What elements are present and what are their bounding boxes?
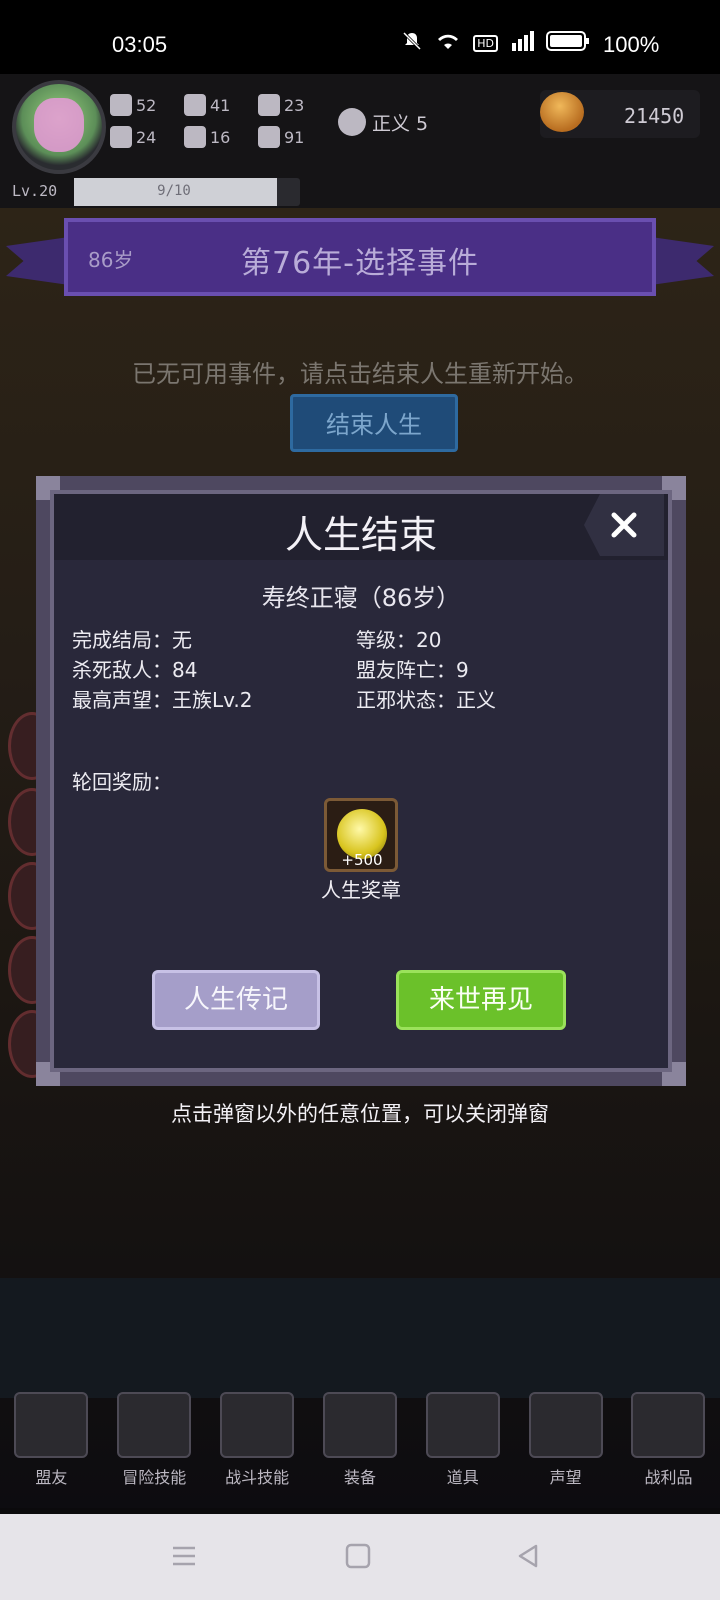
yin-yang-icon [338,108,366,136]
reward-name: 人生奖章 [321,878,401,902]
life-end-dialog: 人生结束 寿终正寝（86岁） 完成结局：无 等级：20 杀死敌人：84 盟友阵亡… [36,476,686,1086]
level-stat: 等级：20 [356,628,442,652]
no-events-message: 已无可用事件，请点击结束人生重新开始。 [132,360,588,388]
stat-magic: 23 [258,94,304,116]
nav-equipment[interactable]: 装备 [315,1392,405,1500]
system-navigation-bar [0,1514,720,1600]
gold-coin-icon [540,92,584,132]
end-life-button[interactable]: 结束人生 [290,394,458,452]
home-icon[interactable] [344,1542,372,1574]
nav-loot[interactable]: 战利品 [623,1392,713,1500]
treasure-chest-icon [631,1392,706,1458]
nav-combat-skills[interactable]: 战斗技能 [212,1392,302,1500]
battery-percent: 100% [603,32,660,57]
stat-defense: 16 [184,126,230,148]
stat-spirit: 91 [258,126,304,148]
alignment-stat: 正邪状态：正义 [356,688,496,712]
dialog-header: 人生结束 [54,494,668,560]
handshake-icon [14,1392,89,1458]
wizard-hat-icon [258,94,280,116]
status-icons: HD [401,30,590,56]
year-banner: 86岁 第76年-选择事件 [64,218,656,296]
avatar[interactable] [12,80,106,174]
next-life-button[interactable]: 来世再见 [396,970,566,1030]
satchel-icon [425,1392,500,1458]
hd-icon: HD [473,34,498,52]
crossed-swords-icon [322,1392,397,1458]
wifi-icon [435,31,461,55]
death-cause: 寿终正寝（86岁） [261,584,461,612]
stat-agility: 41 [184,94,230,116]
sea-waves [0,1278,720,1398]
bottom-nav: 盟友 冒险技能 战斗技能 装备 道具 声望 战利品 [0,1392,720,1500]
player-hud: 52 41 23 24 16 91 正义 5 21450 Lv.20 9/10 [0,74,720,208]
backpack-icon [220,1392,295,1458]
status-time: 03:05 [112,32,168,57]
biography-button[interactable]: 人生传记 [152,970,320,1030]
close-icon [611,512,637,538]
ally-deaths-stat: 盟友阵亡：9 [356,658,469,682]
nav-adventure-skills[interactable]: 冒险技能 [109,1392,199,1500]
nav-reputation[interactable]: 声望 [521,1392,611,1500]
close-button[interactable] [584,494,664,556]
dialog-title: 人生结束 [284,513,437,557]
banner-title: 第76年-选择事件 [241,246,479,281]
boot-icon [184,94,206,116]
status-bar: 03:05 HD 100% [0,0,720,74]
scroll-icon [528,1392,603,1458]
player-level: Lv.20 [12,182,58,200]
stat-luck: 24 [110,126,156,148]
alignment-indicator: 正义 5 [338,108,428,136]
dialog-body: 人生结束 寿终正寝（86岁） 完成结局：无 等级：20 杀死敌人：84 盟友阵亡… [50,490,672,1072]
nav-items[interactable]: 道具 [418,1392,508,1500]
close-hint: 点击弹窗以外的任意位置，可以关闭弹窗 [171,1102,549,1126]
back-icon[interactable] [514,1542,542,1574]
reward-amount: +500 [341,851,383,869]
kills-stat: 杀死敌人：84 [72,658,198,682]
gold-counter: 21450 [540,90,700,138]
lotus-icon [258,126,280,148]
stat-strength: 52 [110,94,156,116]
menu-icon[interactable] [170,1542,198,1574]
xp-text: 9/10 [157,183,191,199]
book-icon [117,1392,192,1458]
mute-icon [401,30,423,56]
clover-icon [110,126,132,148]
battery-icon [546,30,590,56]
armor-icon [184,126,206,148]
reputation-stat: 最高声望：王族Lv.2 [72,688,253,712]
nav-allies[interactable]: 盟友 [6,1392,96,1500]
ending-stat: 完成结局：无 [72,628,192,652]
reward-item[interactable]: +500 [324,798,398,872]
reward-label: 轮回奖励： [72,770,172,794]
signal-icon [510,31,534,55]
xp-bar: 9/10 [74,178,300,206]
fist-icon [110,94,132,116]
